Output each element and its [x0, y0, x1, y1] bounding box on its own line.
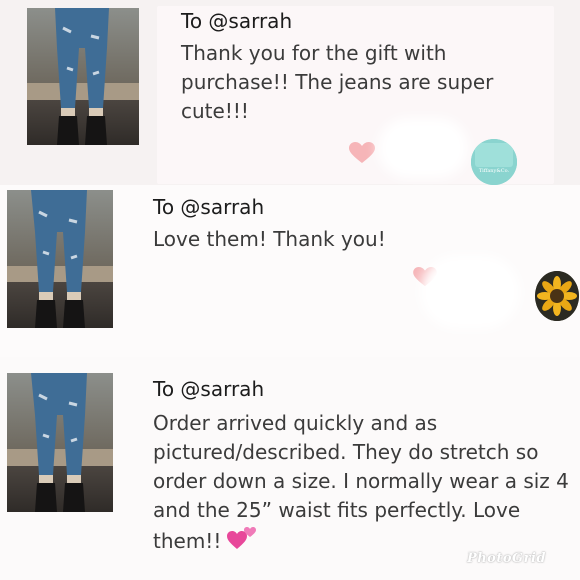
two-hearts-icon: [227, 527, 257, 549]
redacted-username: [388, 128, 458, 168]
avatar[interactable]: [535, 271, 579, 321]
review-text: Love them! Thank you!: [153, 227, 386, 251]
heart-icon[interactable]: [349, 142, 375, 164]
review-recipient: To @sarrah: [181, 9, 293, 33]
redacted-username: [430, 265, 510, 319]
review-text: Order arrived quickly and as pictured/de…: [153, 411, 569, 553]
watermark: PhotoGrid: [466, 551, 546, 566]
review-card: To @sarrah Order arrived quickly and as …: [0, 357, 580, 580]
product-photo[interactable]: [7, 373, 113, 512]
review-recipient: To @sarrah: [153, 195, 265, 219]
avatar-brand-text: Tiffany&Co.: [479, 168, 510, 174]
product-photo[interactable]: [7, 190, 113, 328]
review-text: Thank you for the gift with purchase!! T…: [181, 41, 494, 123]
review-recipient: To @sarrah: [153, 377, 265, 401]
review-card: To @sarrah Thank you for the gift with p…: [0, 0, 580, 185]
product-photo[interactable]: [27, 8, 139, 145]
avatar[interactable]: Tiffany&Co.: [471, 139, 517, 185]
review-card: To @sarrah Love them! Thank you!: [0, 185, 580, 357]
